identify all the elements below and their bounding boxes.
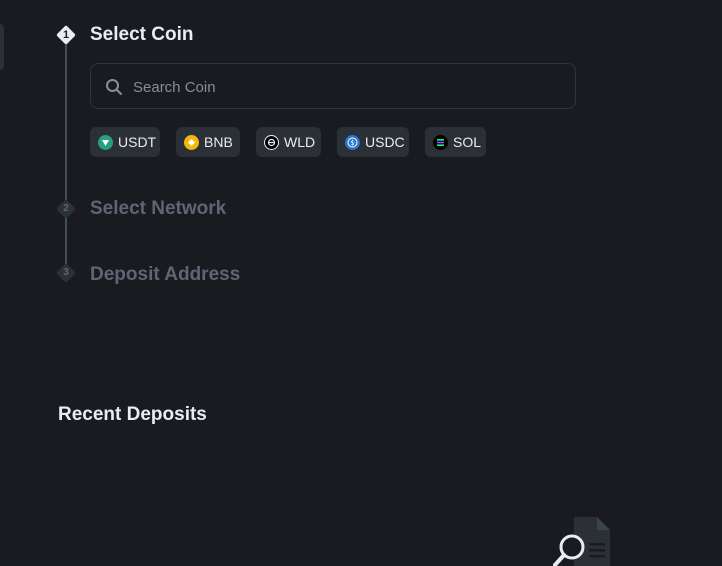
bnb-icon	[184, 134, 199, 150]
stepper-line	[65, 44, 67, 272]
coin-chip-bnb[interactable]: BNB	[176, 127, 240, 157]
sol-icon	[433, 134, 448, 150]
step-2-marker: 2	[56, 199, 76, 219]
search-icon	[106, 79, 122, 95]
coin-chip-label: USDT	[118, 134, 157, 150]
deposit-page: 1 Select Coin USDT BNB WLD	[0, 0, 722, 566]
no-records-icon	[553, 517, 610, 566]
step-1-marker: 1	[56, 25, 76, 45]
step-2-number: 2	[63, 203, 69, 214]
coin-chip-wld[interactable]: WLD	[256, 127, 321, 157]
coin-chip-label: BNB	[204, 134, 233, 150]
step-1-title: Select Coin	[90, 24, 194, 45]
search-coin-box[interactable]	[90, 63, 576, 110]
wld-icon	[264, 134, 279, 150]
step-3-marker: 3	[56, 263, 76, 283]
step-1-number: 1	[62, 29, 70, 41]
sidebar-edge	[0, 24, 4, 70]
step-3-title: Deposit Address	[90, 264, 241, 285]
coin-chip-usdt[interactable]: USDT	[90, 127, 160, 157]
step-3-number: 3	[63, 267, 69, 278]
coin-chip-label: USDC	[365, 134, 405, 150]
recent-deposits-title: Recent Deposits	[58, 404, 207, 425]
coin-chip-usdc[interactable]: $ USDC	[337, 127, 409, 157]
coin-chip-label: SOL	[453, 134, 482, 150]
step-2-title: Select Network	[90, 198, 227, 219]
search-input[interactable]	[131, 64, 565, 110]
usdt-icon	[98, 134, 113, 150]
coin-chip-label: WLD	[284, 134, 316, 150]
svg-text:$: $	[350, 139, 354, 147]
usdc-icon: $	[345, 134, 360, 150]
coin-chip-sol[interactable]: SOL	[425, 127, 486, 157]
